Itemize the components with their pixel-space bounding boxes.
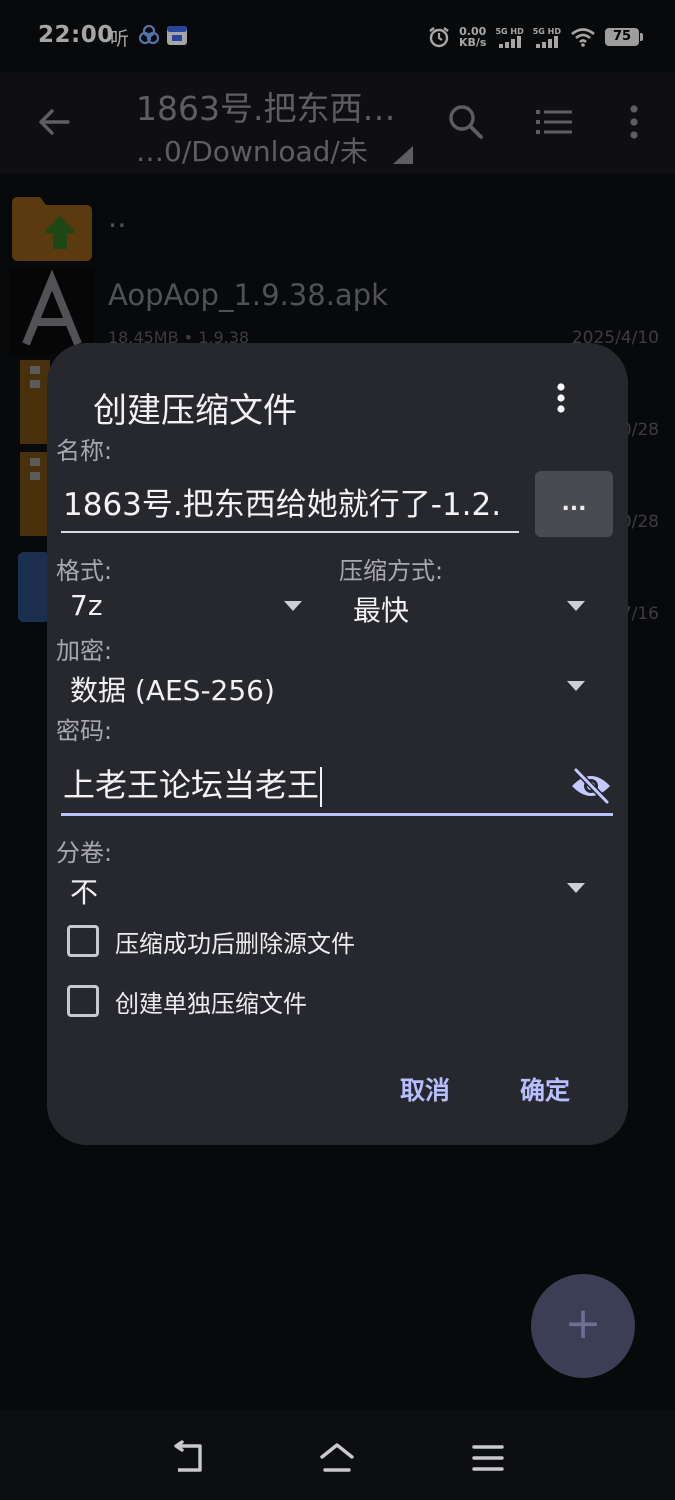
password-label: 密码: xyxy=(56,717,113,745)
encrypt-dropdown-icon xyxy=(567,681,585,691)
add-fab-button[interactable]: + xyxy=(531,1274,635,1378)
split-dropdown-icon xyxy=(567,883,585,893)
format-dropdown-icon xyxy=(284,601,302,611)
encrypt-label: 加密: xyxy=(56,637,113,665)
password-input[interactable]: 上老王论坛当老王 xyxy=(61,756,613,816)
dialog-more-vert-icon[interactable] xyxy=(547,381,575,421)
delete-source-checkbox[interactable] xyxy=(67,925,99,957)
visibility-off-icon[interactable] xyxy=(569,766,613,806)
encrypt-value: 数据 (AES-256) xyxy=(70,674,275,707)
separate-archive-option[interactable]: 创建单独压缩文件 xyxy=(67,981,307,1021)
delete-source-label: 压缩成功后删除源文件 xyxy=(115,929,355,958)
text-cursor xyxy=(320,767,323,807)
archive-name-input[interactable]: 1863号.把东西给她就行了-1.2. xyxy=(61,481,519,533)
delete-source-option[interactable]: 压缩成功后删除源文件 xyxy=(67,921,355,961)
nav-recents-icon[interactable] xyxy=(470,1440,506,1476)
method-value: 最快 xyxy=(353,594,410,627)
ok-button[interactable]: 确定 xyxy=(520,1071,570,1107)
method-dropdown-icon xyxy=(567,601,585,611)
create-archive-dialog: 创建压缩文件 名称: 1863号.把东西给她就行了-1.2. ... 格式: 压… xyxy=(47,343,628,1145)
separate-archive-label: 创建单独压缩文件 xyxy=(115,989,307,1018)
format-value: 7z xyxy=(70,589,103,622)
password-text: 上老王论坛当老王 xyxy=(63,766,320,804)
cancel-button[interactable]: 取消 xyxy=(400,1071,450,1107)
dialog-title: 创建压缩文件 xyxy=(93,391,297,431)
nav-back-icon[interactable] xyxy=(170,1440,206,1476)
separate-archive-checkbox[interactable] xyxy=(67,985,99,1017)
browse-button[interactable]: ... xyxy=(535,471,613,537)
nav-home-icon[interactable] xyxy=(319,1440,355,1476)
split-value: 不 xyxy=(70,876,99,909)
system-nav-bar xyxy=(0,1410,675,1500)
name-label: 名称: xyxy=(56,437,113,465)
format-label: 格式: xyxy=(56,557,113,585)
split-label: 分卷: xyxy=(56,839,113,867)
method-label: 压缩方式: xyxy=(339,557,444,585)
